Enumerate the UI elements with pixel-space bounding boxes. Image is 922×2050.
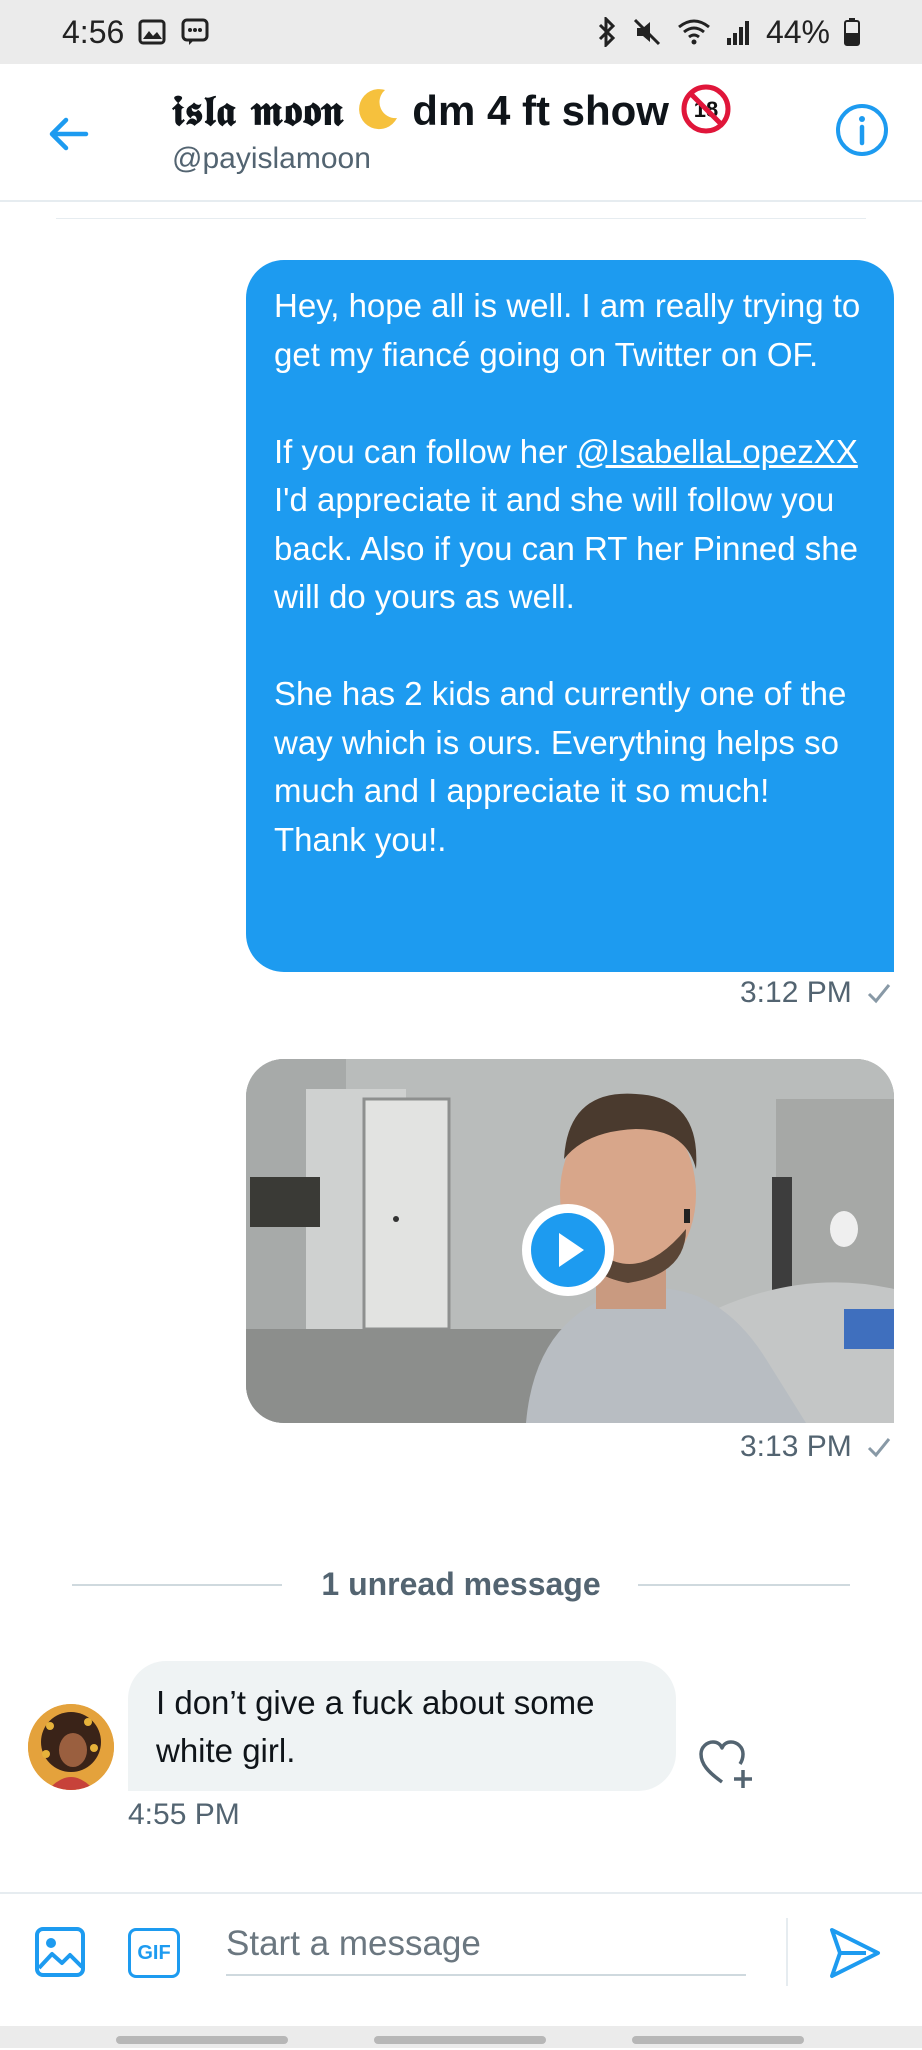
video-time: 3:13 PM — [740, 1430, 852, 1463]
unread-label: 1 unread message — [321, 1566, 601, 1602]
status-time: 4:56 — [62, 13, 125, 50]
system-nav-bar — [0, 2026, 922, 2048]
battery-icon — [844, 18, 860, 46]
crescent-moon-icon — [355, 86, 401, 142]
status-bar: 4:56 44% — [0, 0, 922, 64]
outgoing-text-before: If you can follow her — [274, 432, 577, 470]
signal-icon — [726, 18, 752, 46]
wifi-icon — [676, 17, 712, 47]
sent-check-icon — [867, 1438, 890, 1458]
status-right: 44% — [596, 14, 860, 51]
status-left: 4:56 — [62, 14, 210, 51]
outgoing-paragraph-1: Hey, hope all is well. I am really tryin… — [274, 287, 861, 373]
outgoing-paragraph-3: She has 2 kids and currently one of the … — [274, 675, 847, 858]
message-time: 3:12 PM — [740, 976, 852, 1009]
conversation-title[interactable]: 𝖎𝖘𝖑𝖆 𝖒𝖔𝖔𝖓 dm 4 ft show 18 — [172, 84, 731, 144]
back-arrow-icon — [49, 117, 89, 151]
add-media-button[interactable] — [34, 1926, 86, 1978]
nav-back[interactable] — [632, 2036, 804, 2044]
title-name: 𝖎𝖘𝖑𝖆 𝖒𝖔𝖔𝖓 — [172, 86, 343, 136]
back-button[interactable] — [38, 104, 98, 164]
incoming-message-bubble[interactable]: I don’t give a fuck about some white gir… — [128, 1661, 676, 1791]
sent-check-icon — [867, 984, 890, 1004]
thin-divider — [56, 218, 866, 219]
sender-avatar[interactable] — [28, 1704, 114, 1790]
play-icon — [531, 1213, 605, 1287]
image-icon — [35, 1927, 85, 1977]
nav-home[interactable] — [374, 2036, 546, 2044]
avatar-image — [28, 1704, 114, 1790]
gallery-notification-icon — [138, 19, 166, 45]
conversation-handle: @payislamoon — [172, 142, 371, 175]
gif-label: GIF — [137, 1941, 171, 1964]
mention-link[interactable]: @IsabellaLopezXX — [577, 433, 858, 470]
info-button[interactable] — [834, 102, 890, 158]
outgoing-timestamp: 3:12 PM — [740, 976, 892, 1010]
gif-button[interactable]: GIF — [128, 1928, 180, 1978]
battery-percent: 44% — [765, 13, 830, 50]
react-heart-button[interactable] — [698, 1738, 758, 1792]
message-input[interactable] — [226, 1914, 746, 1976]
bluetooth-icon — [596, 17, 618, 47]
no-under-18-icon: 18 — [681, 84, 731, 144]
heart-plus-icon — [699, 1740, 752, 1788]
unread-divider: 1 unread message — [72, 1562, 850, 1606]
title-text: dm 4 ft show — [412, 87, 669, 135]
incoming-timestamp: 4:55 PM — [128, 1798, 240, 1831]
info-icon — [836, 104, 888, 156]
outgoing-paragraph-2: If you can follow her @IsabellaLopezXX I… — [274, 428, 866, 622]
video-message[interactable] — [246, 1059, 894, 1423]
outgoing-message-bubble[interactable]: Hey, hope all is well. I am really tryin… — [246, 260, 894, 972]
send-button[interactable] — [826, 1924, 884, 1982]
conversation-header: 𝖎𝖘𝖑𝖆 𝖒𝖔𝖔𝖓 dm 4 ft show 18 @payislamoon — [0, 64, 922, 202]
mute-icon — [632, 17, 662, 47]
nav-recent-apps[interactable] — [116, 2036, 288, 2044]
send-icon — [830, 1928, 880, 1978]
chat-notification-icon — [180, 17, 210, 47]
composer-separator — [786, 1918, 788, 1986]
video-timestamp: 3:13 PM — [740, 1430, 892, 1464]
incoming-message-text: I don’t give a fuck about some white gir… — [156, 1684, 595, 1769]
outgoing-text-after: I'd appreciate it and she will follow yo… — [274, 481, 858, 615]
play-button[interactable] — [522, 1204, 614, 1296]
